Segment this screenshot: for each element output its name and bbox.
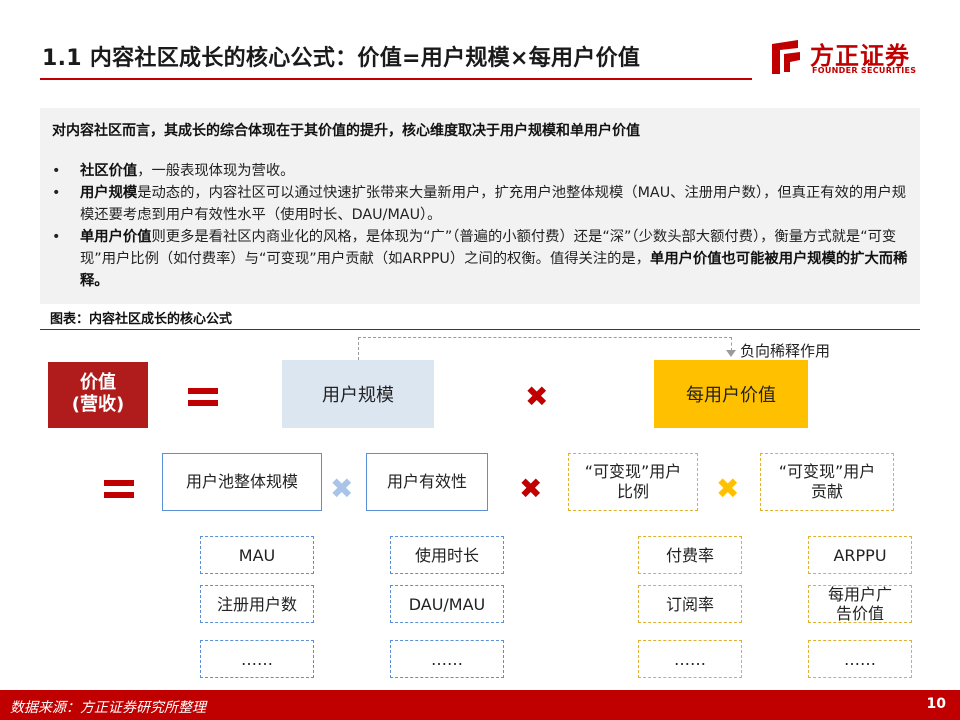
dilution-connector-left: [358, 337, 359, 360]
footer-bar: 数据来源：方正证券研究所整理 10: [0, 690, 960, 720]
leaf-mau: MAU: [200, 536, 314, 574]
dilution-arrow-icon: [726, 350, 736, 357]
data-source: 数据来源：方正证券研究所整理: [10, 700, 206, 716]
leaf-subscription-rate: 订阅率: [638, 585, 742, 623]
figure-rule: [40, 329, 920, 330]
leaf-payment-rate: 付费率: [638, 536, 742, 574]
user-scale-box: 用户规模: [282, 360, 434, 428]
leaf-arppu: ARPPU: [808, 536, 912, 574]
monetizable-contribution-box: “可变现”用户贡献: [760, 453, 894, 511]
value-box-line1: 价值: [80, 372, 116, 393]
bullet-dot: •: [52, 163, 61, 179]
page-number: 10: [926, 696, 946, 712]
leaf-ellipsis: ……: [200, 640, 314, 678]
monetizable-ratio-box: “可变现”用户比例: [568, 453, 698, 511]
logo-english-name: FOUNDER SECURITIES: [812, 66, 917, 75]
intro-box: 对内容社区而言，其成长的综合体现在于其价值的提升，核心维度取决于用户规模和单用户…: [40, 108, 920, 304]
leaf-dau-mau: DAU/MAU: [390, 585, 504, 623]
company-logo: 方正证券 FOUNDER SECURITIES: [768, 36, 928, 80]
value-box-line2: (营收): [71, 394, 125, 415]
founder-logo-icon: [772, 40, 800, 74]
title-underline: [40, 78, 752, 80]
bullet-dot: •: [52, 185, 61, 201]
equals-icon: [188, 388, 218, 412]
equals-icon: [104, 480, 134, 504]
bullet-text: ，一般表现体现为营收。: [137, 163, 295, 179]
bullet-bold: 用户规模: [80, 185, 138, 201]
bullet-bold: 社区价值: [80, 163, 138, 179]
bullet-text: 是动态的，内容社区可以通过快速扩张带来大量新用户，扩充用户池整体规模（MAU、注…: [80, 185, 907, 223]
bullet-user-scale: • 用户规模是动态的，内容社区可以通过快速扩张带来大量新用户，扩充用户池整体规模（…: [52, 182, 912, 226]
user-effectiveness-box: 用户有效性: [366, 453, 488, 511]
leaf-ellipsis: ……: [808, 640, 912, 678]
multiply-icon: ✖: [716, 472, 740, 505]
bullet-bold: 单用户价值: [80, 229, 152, 245]
leaf-usage-time: 使用时长: [390, 536, 504, 574]
leaf-ad-value-per-user: 每用户广告价值: [808, 585, 912, 623]
per-user-value-box: 每用户价值: [654, 360, 808, 428]
dilution-connector: [358, 337, 732, 338]
figure-label: 图表：内容社区成长的核心公式: [50, 312, 233, 327]
multiply-icon: ✖: [330, 472, 354, 505]
bullet-per-user-value: • 单用户价值则更多是看社区内商业化的风格，是体现为“广”（普遍的小额付费）还是“…: [52, 226, 912, 292]
leaf-ellipsis: ……: [638, 640, 742, 678]
dilution-label: 负向稀释作用: [740, 342, 831, 360]
bullet-community-value: • 社区价值，一般表现体现为营收。: [52, 160, 912, 182]
page-title: 1.1 内容社区成长的核心公式：价值=用户规模×每用户价值: [42, 46, 641, 71]
leaf-registered-users: 注册用户数: [200, 585, 314, 623]
dilution-connector-right: [731, 337, 732, 351]
leaf-ellipsis: ……: [390, 640, 504, 678]
multiply-icon: ✖: [525, 380, 549, 413]
value-box: 价值 (营收): [48, 362, 148, 428]
bullet-list: • 社区价值，一般表现体现为营收。 • 用户规模是动态的，内容社区可以通过快速扩张带…: [52, 160, 912, 292]
multiply-icon: ✖: [519, 472, 543, 505]
bullet-dot: •: [52, 229, 61, 245]
user-pool-scale-box: 用户池整体规模: [162, 453, 322, 511]
intro-heading: 对内容社区而言，其成长的综合体现在于其价值的提升，核心维度取决于用户规模和单用户…: [52, 123, 640, 139]
